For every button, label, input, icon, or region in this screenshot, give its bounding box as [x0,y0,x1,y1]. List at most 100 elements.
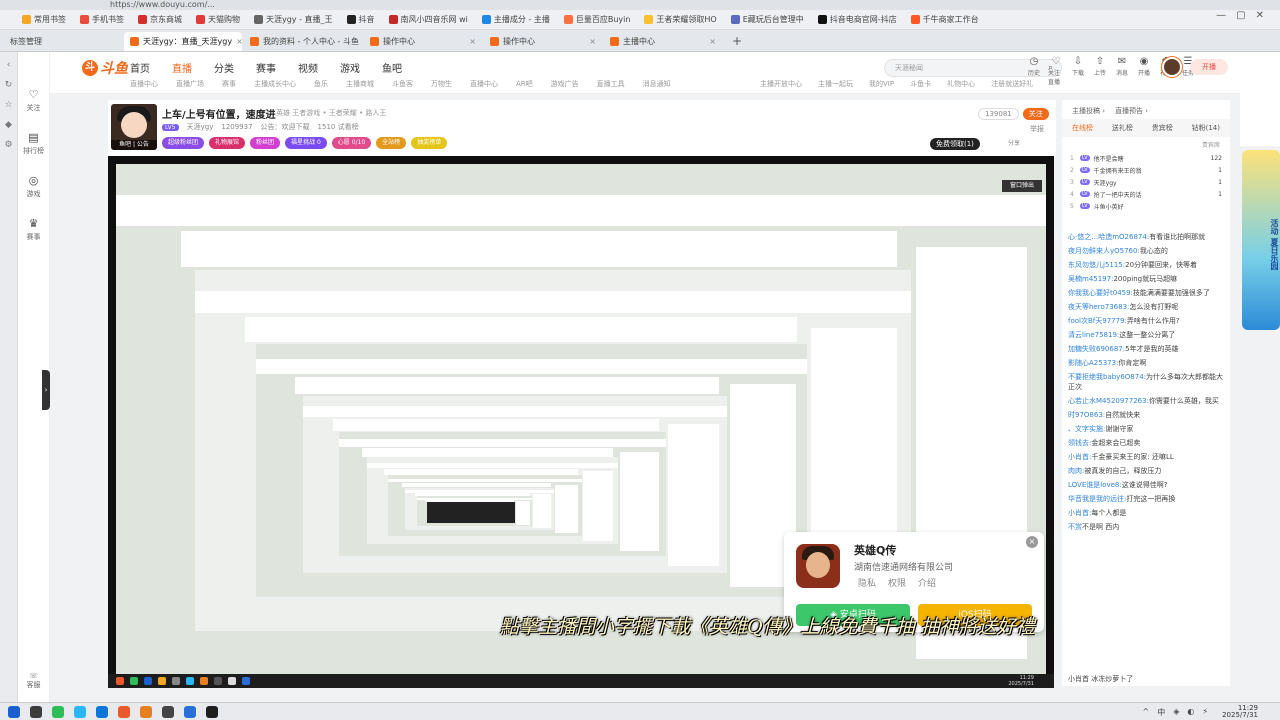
rank-row[interactable]: 5 LV 斗鱼小英好 [1062,200,1230,212]
chat-username[interactable]: 不赏 [1068,523,1082,531]
bookmark-item[interactable]: E藏玩后台管理中 [730,14,804,25]
report-link[interactable]: 举报 [1030,124,1044,134]
streamer-avatar[interactable]: 鱼吧 | 公告 [111,104,157,150]
chat-username[interactable]: 吴楠m45197: [1068,275,1113,283]
ad-link-permission[interactable]: 权限 [888,576,906,589]
header-icon-button[interactable]: ◉ 开播 [1136,56,1152,86]
bookmark-item[interactable]: 天涯ygy - 直播_王 [254,14,333,25]
sub-nav-item[interactable]: 我的VIP [869,79,894,89]
tab-extra[interactable]: 标签管理 [4,32,122,51]
room-badge[interactable]: 超级粉丝团 [162,137,205,149]
bookmark-item[interactable]: 常用书签 [22,14,66,25]
left-nav-item[interactable]: ◎ 游戏 [27,174,41,199]
rank-row[interactable]: 4 LV 抢了一把中天的话 1 [1062,188,1230,200]
taskbar-app-icon[interactable] [52,706,64,718]
vip-seats[interactable]: 贵宾席 [1062,137,1230,152]
left-nav-item[interactable]: ▤ 排行榜 [23,131,44,156]
sub-nav-item[interactable]: 直播广场 [176,79,204,89]
streamer-posts-link[interactable]: 主播投稿 › [1072,106,1105,116]
refresh-icon[interactable]: ↻ [5,80,13,90]
rank-tab[interactable]: 送礼榜 [1112,123,1133,133]
header-icon-button[interactable]: ⇧ 上传 [1092,56,1108,86]
header-icon-button[interactable]: ◷ 历史 [1026,56,1042,86]
bookmark-item[interactable]: 手机书签 [80,14,124,25]
browser-tab[interactable]: 我的资料 - 个人中心 - 斗鱼× [244,32,362,51]
back-icon[interactable]: ‹ [7,60,11,70]
browser-tab[interactable]: 操作中心 × [364,32,482,51]
maximize-icon[interactable]: ▢ [1236,10,1245,21]
summer-promo-banner[interactable]: 活动 夏日乐园 [1242,150,1280,330]
bookmark-item[interactable]: 王者荣耀领取HO [644,14,717,25]
close-icon[interactable]: × [589,37,596,46]
rank-row[interactable]: 1 LV 他不是会瞎 122 [1062,152,1230,164]
bookmark-item[interactable]: 抖音 [346,14,375,25]
room-badge[interactable]: 抽奖榜单 [411,137,448,149]
open-live-button[interactable]: 开播 [1190,59,1228,75]
tray-icon[interactable]: ◐ [1187,707,1194,718]
main-nav-item[interactable]: 鱼吧 [382,60,402,75]
chat-username[interactable]: 影随心A25373: [1068,359,1118,367]
room-tags[interactable]: 英雄 王者游戏 • 王者荣耀 • 路人王 [276,108,386,118]
new-tab-button[interactable]: + [724,32,750,51]
sub-nav-item[interactable]: 主播商城 [346,79,374,89]
rank-tab[interactable]: 钻粉(14) [1192,123,1220,133]
chat-username[interactable]: fool次Bf天97779: [1068,317,1127,325]
minimize-icon[interactable]: — [1216,10,1226,21]
close-icon[interactable]: × [236,37,242,46]
shield-icon[interactable]: ◆ [5,120,12,130]
sub-nav-item[interactable]: 斗鱼客 [392,79,413,89]
chat-username[interactable]: 心·悠之…哈造mO26874: [1068,233,1149,241]
tray-icon[interactable]: ^ [1143,707,1150,718]
chat-username[interactable]: 、文字实施: [1068,425,1105,433]
rank-tab[interactable]: 贵宾榜 [1152,123,1173,133]
sub-nav-item[interactable]: 直播工具 [597,79,625,89]
streamer-name[interactable]: 天涯ygy [187,122,214,132]
bookmark-item[interactable]: 京东商城 [138,14,182,25]
chat-username[interactable]: 小肖首: [1068,509,1091,517]
main-nav-item[interactable]: 游戏 [340,60,360,75]
chat-username[interactable]: 清云line75819: [1068,331,1119,339]
taskbar-app-icon[interactable] [206,706,218,718]
douyu-logo[interactable]: 斗 斗鱼 [82,58,128,78]
main-nav-item[interactable]: 分类 [214,60,234,75]
tray-icon[interactable]: 中 [1157,707,1165,718]
chat-username[interactable]: 小肖首: [1068,453,1091,461]
bookmark-item[interactable]: 主播成分 - 主播 [481,14,550,25]
taskbar-app-icon[interactable] [140,706,152,718]
room-badge[interactable]: 心愿 0/10 [331,137,372,149]
header-icon-button[interactable]: ♡ 关注直播 [1048,56,1064,86]
chat-username[interactable]: 时97O863: [1068,411,1105,419]
taskbar-app-icon[interactable] [74,706,86,718]
taskbar-app-icon[interactable] [118,706,130,718]
user-avatar[interactable] [1162,57,1182,77]
close-icon[interactable]: × [469,37,476,46]
chat-username[interactable]: 东风勿悠儿j5115: [1068,261,1125,269]
taskbar-app-icon[interactable] [96,706,108,718]
room-badge[interactable]: 全站榜 [376,137,407,149]
bookmark-item[interactable]: 巨量百应Buyin [563,14,630,25]
main-nav-item[interactable]: 赛事 [256,60,276,75]
sub-nav-item[interactable]: AR吧 [516,79,533,89]
sub-nav-item[interactable]: 直播中心 [470,79,498,89]
browser-tab[interactable]: 操作中心 × [484,32,602,51]
room-badge[interactable]: 粉丝团 [250,137,281,149]
bookmark-item[interactable]: 天猫购物 [196,14,240,25]
sub-nav-item[interactable]: 赛事 [222,79,236,89]
share-link[interactable]: 分享 [1008,138,1020,147]
tray-icon[interactable]: ⚡ [1202,707,1208,718]
popout-window-button[interactable]: 窗口弹出 [1002,180,1042,192]
main-nav-item[interactable]: 首页 [130,60,150,75]
collapse-nav-button[interactable]: › [42,370,50,410]
address-bar[interactable]: https://www.douyu.com/... [0,0,1280,10]
chat-username[interactable]: 心若止水M4520977263: [1068,397,1149,405]
header-icon-button[interactable]: ⇩ 下载 [1070,56,1086,86]
rank-row[interactable]: 2 LV 千金拥有来王的翁 1 [1062,164,1230,176]
taskbar-clock[interactable]: 11:29 2025/7/31 [1222,705,1258,719]
tray-icon[interactable]: ◈ [1173,707,1179,718]
room-badge[interactable]: 礼物展馆 [209,137,246,149]
main-nav-item[interactable]: 直播 [172,60,192,75]
close-icon[interactable]: × [1026,536,1038,548]
main-nav-item[interactable]: 视频 [298,60,318,75]
taskbar-app-icon[interactable] [162,706,174,718]
sub-nav-item[interactable]: 主播一起玩 [818,79,853,89]
